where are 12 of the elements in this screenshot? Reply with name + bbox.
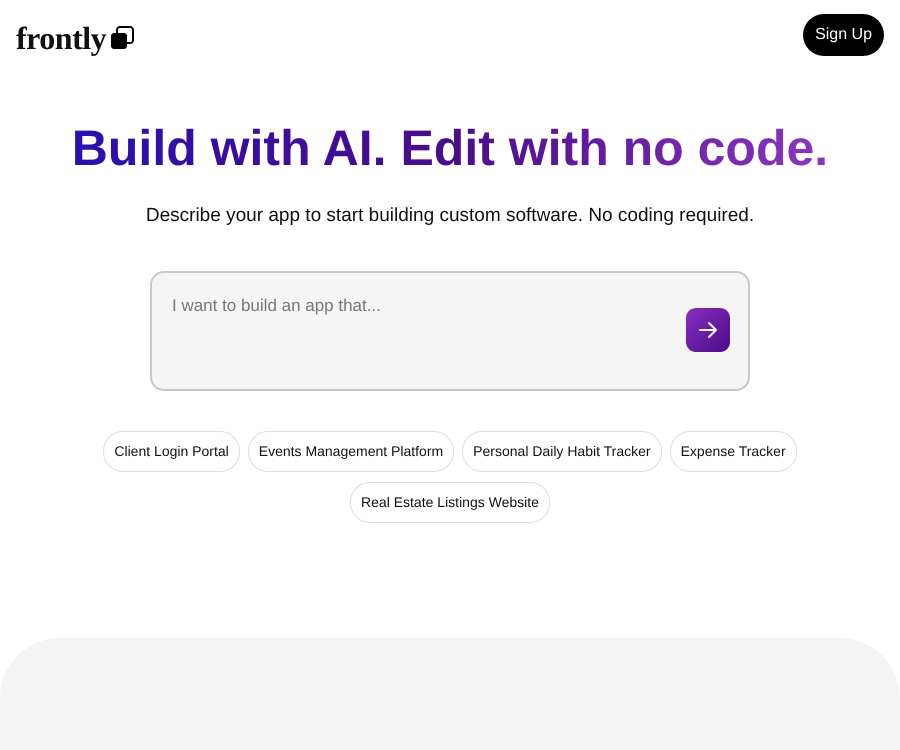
logo-wordmark: frontly [16, 22, 106, 54]
hero-subtitle: Describe your app to start building custom software. No coding required. [144, 204, 756, 228]
logo-icon [110, 26, 134, 50]
suggestion-chip[interactable]: Events Management Platform [248, 430, 454, 472]
suggestion-chip[interactable]: Personal Daily Habit Tracker [462, 430, 662, 472]
prompt-field[interactable]: I want to build an app that... [150, 270, 750, 390]
arrow-right-icon [698, 320, 718, 338]
suggestion-chip[interactable]: Client Login Portal [103, 430, 240, 472]
suggestion-chip[interactable]: Real Estate Listings Website [350, 482, 550, 522]
suggestion-chip[interactable]: Expense Tracker [670, 430, 797, 472]
submit-button[interactable] [686, 308, 730, 352]
sign-up-button[interactable]: Sign Up [803, 14, 884, 56]
